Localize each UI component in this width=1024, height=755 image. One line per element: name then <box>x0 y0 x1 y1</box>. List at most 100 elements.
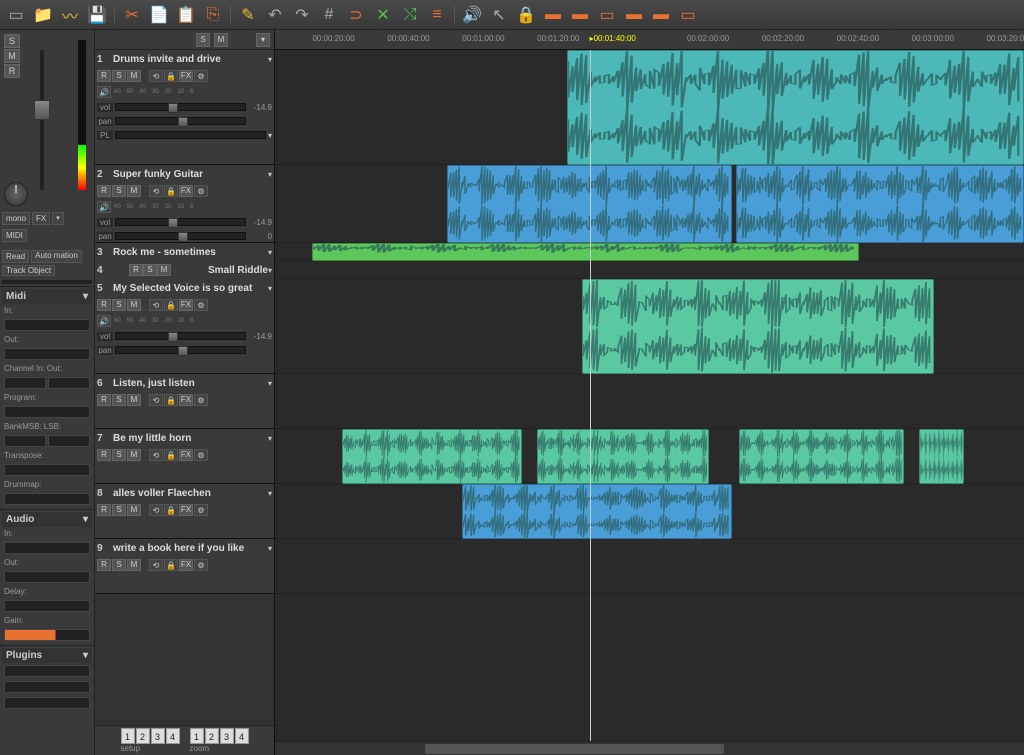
bankmsb-field[interactable] <box>4 435 46 447</box>
program-field[interactable] <box>4 406 90 418</box>
collapse-icon[interactable]: ▾ <box>83 514 88 525</box>
lock-icon[interactable]: 🔒 <box>164 504 178 516</box>
master-solo-button[interactable]: S <box>196 33 210 47</box>
lock-icon[interactable]: 🔒 <box>164 449 178 461</box>
mute-button[interactable]: M <box>127 504 141 516</box>
track-name[interactable]: Rock me - sometimes <box>109 247 268 258</box>
horizontal-scrollbar[interactable] <box>275 741 1024 755</box>
lock-icon[interactable]: 🔒 <box>164 70 178 82</box>
fx-arrow[interactable]: ▾ <box>52 212 64 225</box>
record-arm-button[interactable]: R <box>97 185 111 197</box>
track-3[interactable]: 3 Rock me - sometimes ▾ <box>95 243 274 261</box>
plugin-field[interactable] <box>115 131 266 139</box>
solo-button[interactable]: S <box>4 34 20 48</box>
pan-slider[interactable] <box>115 232 246 240</box>
loop-icon[interactable]: ⟲ <box>149 504 163 516</box>
new-file-icon[interactable]: ▭ <box>4 3 28 27</box>
solo-button[interactable]: S <box>112 504 126 516</box>
speaker-icon[interactable]: 🔊 <box>97 315 111 327</box>
speaker-icon[interactable]: 🔊 <box>460 3 484 27</box>
fx-button[interactable]: FX <box>179 504 193 516</box>
loop-icon[interactable]: ⟲ <box>149 449 163 461</box>
solo-button[interactable]: S <box>143 264 157 276</box>
crossfade-icon[interactable]: ✕ <box>371 3 395 27</box>
volume-slider[interactable] <box>115 103 246 111</box>
loop-icon[interactable]: ⟲ <box>149 185 163 197</box>
audio-clip[interactable] <box>736 165 1024 243</box>
mute-button[interactable]: M <box>127 299 141 311</box>
settings-icon[interactable]: ⚙ <box>194 449 208 461</box>
record-arm-button[interactable]: R <box>97 70 111 82</box>
loop-icon[interactable]: ⟲ <box>149 299 163 311</box>
track-menu-icon[interactable]: ▾ <box>268 170 272 179</box>
marker-icon[interactable]: ✎ <box>236 3 260 27</box>
track-name[interactable]: Be my little horn <box>109 433 268 444</box>
plugin-slot[interactable] <box>4 681 90 693</box>
track-name[interactable]: Drums invite and drive <box>109 54 268 65</box>
mono-button[interactable]: mono <box>2 212 30 225</box>
record-arm-button[interactable]: R <box>97 394 111 406</box>
lock-icon[interactable]: 🔒 <box>164 559 178 571</box>
settings-icon[interactable]: ⚙ <box>194 559 208 571</box>
solo-button[interactable]: S <box>112 394 126 406</box>
track-menu-icon[interactable]: ▾ <box>268 248 272 257</box>
audio-clip[interactable] <box>342 429 522 484</box>
paste-icon[interactable]: 📋 <box>174 3 198 27</box>
pan-knob[interactable] <box>4 182 28 206</box>
cursor-icon[interactable]: ↖ <box>487 3 511 27</box>
settings-icon[interactable]: ⚙ <box>194 299 208 311</box>
speaker-icon[interactable]: 🔊 <box>97 86 111 98</box>
mute-button[interactable]: M <box>127 449 141 461</box>
mute-button[interactable]: M <box>4 49 20 63</box>
track-name[interactable]: alles voller Flaechen <box>109 488 268 499</box>
midi-in-field[interactable] <box>4 319 90 331</box>
audio-clip[interactable] <box>312 243 859 261</box>
time-ruler[interactable]: 00:00:20:0000:00:40:0000:01:00:0000:01:2… <box>275 30 1024 50</box>
cut-icon[interactable]: ✂ <box>120 3 144 27</box>
track-2[interactable]: 2 Super funky Guitar ▾ R S M ⟲ 🔒 FX ⚙ 🔊 … <box>95 165 274 243</box>
volume-slider[interactable] <box>115 218 246 226</box>
zoom-3[interactable]: 3 <box>220 728 234 744</box>
fx-button[interactable]: FX <box>179 185 193 197</box>
record-arm-button[interactable]: R <box>97 559 111 571</box>
automation-button[interactable]: Auto mation <box>31 250 82 263</box>
track-1[interactable]: 1 Drums invite and drive ▾ R S M ⟲ 🔒 FX … <box>95 50 274 165</box>
range2-icon[interactable]: ▬ <box>568 3 592 27</box>
gain-slider[interactable] <box>4 629 90 641</box>
mute-button[interactable]: M <box>127 185 141 197</box>
track-name[interactable]: Listen, just listen <box>109 378 268 389</box>
record-arm-button[interactable]: R <box>129 264 143 276</box>
record-arm-button[interactable]: R <box>97 449 111 461</box>
track-name[interactable]: Super funky Guitar <box>109 169 268 180</box>
setup-2[interactable]: 2 <box>136 728 150 744</box>
master-menu-button[interactable]: ▾ <box>256 33 270 47</box>
range6-icon[interactable]: ▭ <box>676 3 700 27</box>
speaker-icon[interactable]: 🔊 <box>97 201 111 213</box>
solo-button[interactable]: S <box>112 185 126 197</box>
fx-button[interactable]: FX <box>179 299 193 311</box>
lock-icon[interactable]: 🔒 <box>164 299 178 311</box>
timeline-row[interactable] <box>275 374 1024 429</box>
range1-icon[interactable]: ▬ <box>541 3 565 27</box>
delay-field[interactable] <box>4 600 90 612</box>
track-5[interactable]: 5 My Selected Voice is so great ▾ R S M … <box>95 279 274 374</box>
mute-button[interactable]: M <box>127 394 141 406</box>
playhead[interactable] <box>590 50 591 741</box>
zoom-4[interactable]: 4 <box>235 728 249 744</box>
lsb-field[interactable] <box>48 435 90 447</box>
lock-icon[interactable]: 🔒 <box>514 3 538 27</box>
solo-button[interactable]: S <box>112 299 126 311</box>
copy-icon[interactable]: ⎘ <box>201 3 225 27</box>
plugin-slot[interactable] <box>4 697 90 709</box>
fx-button[interactable]: FX <box>32 212 50 225</box>
track-menu-icon[interactable]: ▾ <box>268 544 272 553</box>
plugin-slot[interactable] <box>4 665 90 677</box>
midi-button[interactable]: MIDI <box>2 229 27 242</box>
track-object-button[interactable]: Track Object <box>2 265 55 276</box>
playhead-marker[interactable]: ▸00:01:40:00 <box>590 34 636 43</box>
save-icon[interactable]: 💾 <box>85 3 109 27</box>
align-icon[interactable]: ≡ <box>425 3 449 27</box>
wave-file-icon[interactable]: 〰 <box>58 3 82 27</box>
loop-icon[interactable]: ⟲ <box>149 394 163 406</box>
channel-out-field[interactable] <box>48 377 90 389</box>
